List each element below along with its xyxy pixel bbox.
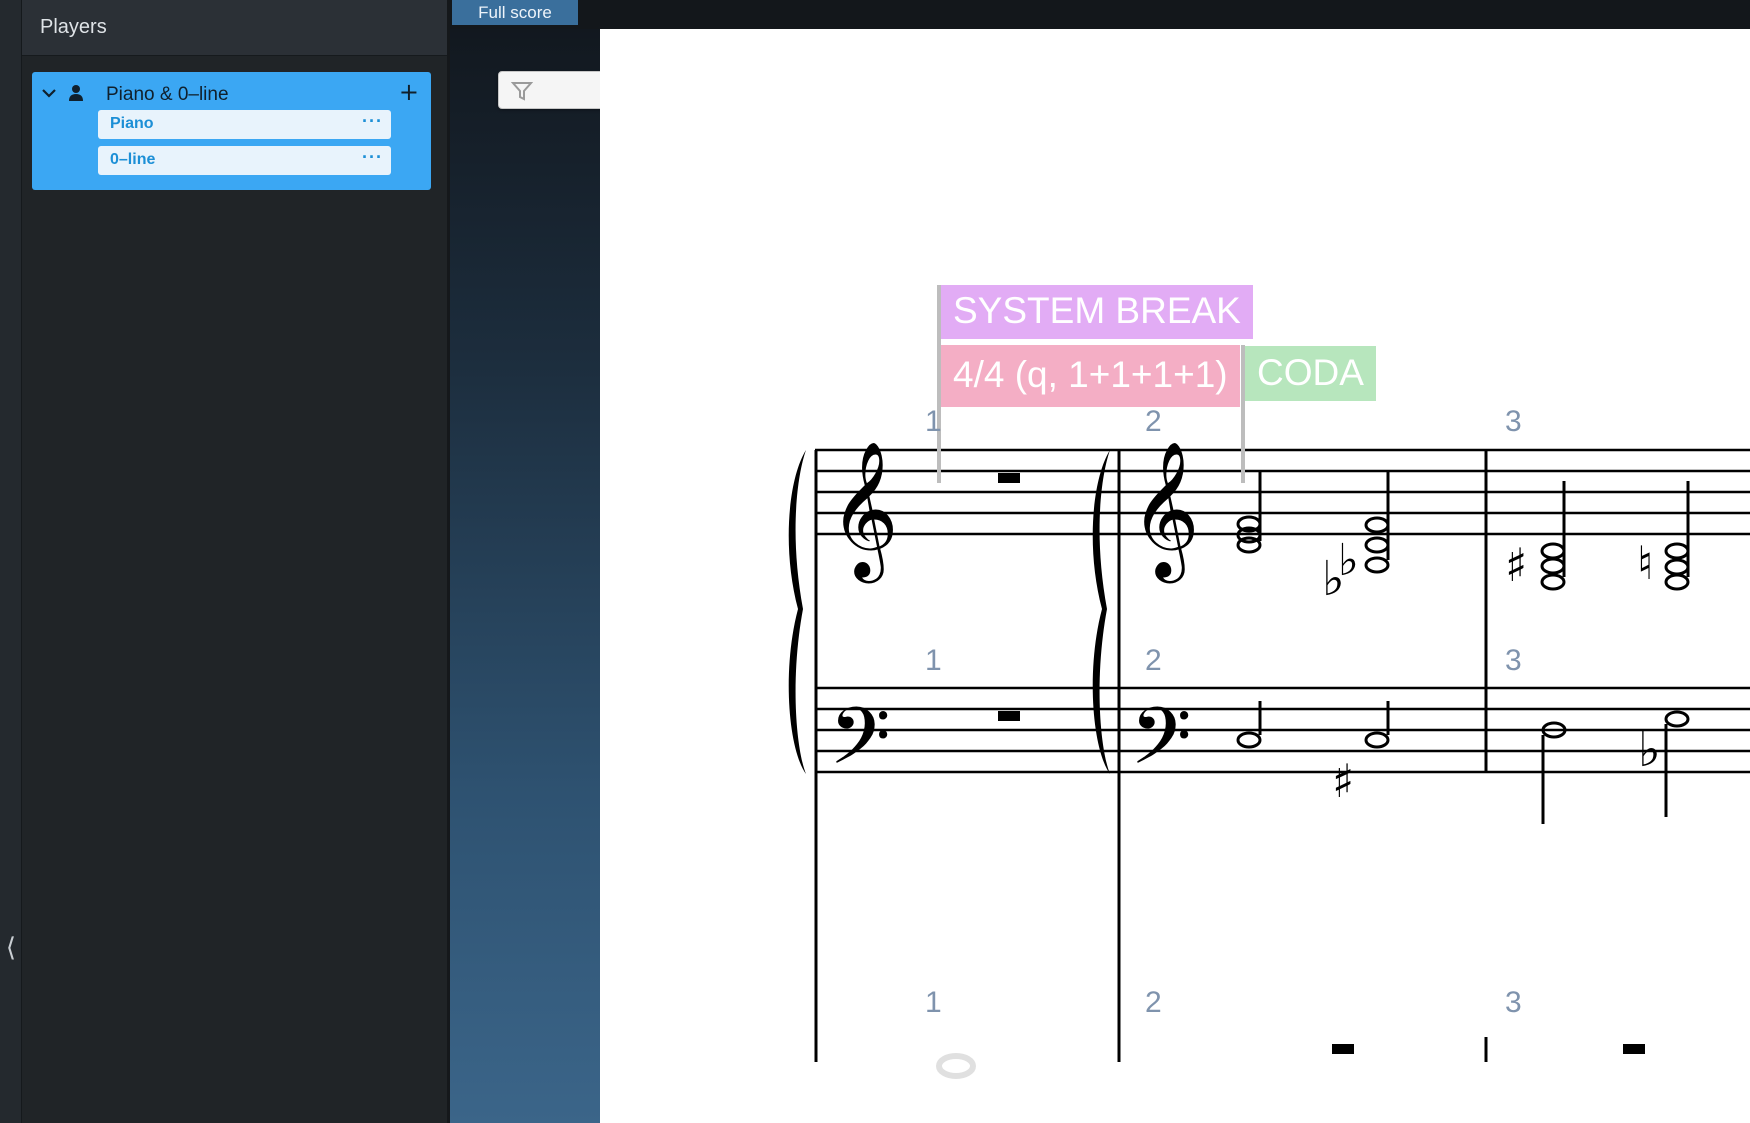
chevron-down-icon[interactable] [40, 84, 58, 102]
line-staff-note [936, 1053, 976, 1079]
player-name: Piano & 0–line [106, 84, 229, 105]
bar-number: 1 [925, 986, 942, 1019]
time-signature-signpost[interactable]: 4/4 (q, 1+1+1+1) [937, 345, 1240, 407]
layout-tab-bar: Full score [450, 0, 1750, 29]
bar-number: 1 [925, 644, 942, 677]
bass-notes [1236, 701, 1690, 824]
svg-text:𝄢: 𝄢 [829, 690, 891, 802]
accidentals: ♭ ♭ ♯ ♮ ♯ ♭ [1322, 535, 1661, 808]
player-card[interactable]: Piano & 0–line + Piano ··· 0–line ··· [32, 72, 431, 190]
svg-text:♮: ♮ [1637, 536, 1653, 590]
filter-icon [511, 82, 533, 101]
bar-number: 1 [925, 405, 942, 438]
instrument-row-piano[interactable]: Piano ··· [98, 110, 391, 139]
treble-notes [1236, 472, 1690, 591]
panel-header: Players [22, 0, 447, 56]
svg-text:♯: ♯ [1332, 754, 1354, 808]
app-window: ⟨ Players Piano & 0–line + Piano ··· 0–l… [0, 0, 1750, 1123]
svg-text:𝄞: 𝄞 [829, 439, 899, 583]
bar-number: 2 [1145, 405, 1162, 438]
panel-title: Players [40, 16, 107, 38]
music-area-background [450, 29, 600, 1123]
add-instrument-button[interactable]: + [399, 78, 419, 106]
bar-number: 3 [1505, 644, 1522, 677]
svg-text:♭: ♭ [1338, 535, 1359, 586]
svg-text:𝄢: 𝄢 [1130, 690, 1192, 802]
instrument-label: Piano [110, 115, 154, 132]
staff-lines [815, 448, 1750, 774]
more-icon[interactable]: ··· [362, 111, 383, 132]
instrument-row-0-line[interactable]: 0–line ··· [98, 146, 391, 175]
more-icon[interactable]: ··· [362, 147, 383, 168]
left-collapse-strip: ⟨ [0, 0, 22, 1123]
bar-number: 3 [1505, 405, 1522, 438]
person-icon [69, 85, 83, 101]
tab-full-score[interactable]: Full score [452, 0, 578, 25]
system-break-signpost[interactable]: SYSTEM BREAK [937, 285, 1253, 339]
clefs: 𝄞 𝄞 𝄢 𝄢 [829, 439, 1200, 802]
bar-number: 2 [1145, 986, 1162, 1019]
svg-text:𝄞: 𝄞 [1130, 439, 1200, 583]
coda-signpost[interactable]: CODA [1241, 346, 1376, 401]
instrument-label: 0–line [110, 151, 156, 168]
bar-number: 2 [1145, 644, 1162, 677]
svg-text:♭: ♭ [1638, 722, 1661, 778]
svg-text:♯: ♯ [1505, 538, 1527, 592]
score-page[interactable]: 𝄞 𝄞 𝄢 𝄢 ♭ ♭ ♯ ♮ ♯ ♭ SYSTEM BREAK 4/4 (q,… [600, 29, 1750, 1123]
collapse-arrow-icon[interactable]: ⟨ [2, 930, 20, 966]
score-notation: 𝄞 𝄞 𝄢 𝄢 ♭ ♭ ♯ ♮ ♯ ♭ [788, 439, 1750, 1079]
players-panel: Players Piano & 0–line + Piano ··· 0–lin… [22, 0, 450, 1123]
bar-number: 3 [1505, 986, 1522, 1019]
